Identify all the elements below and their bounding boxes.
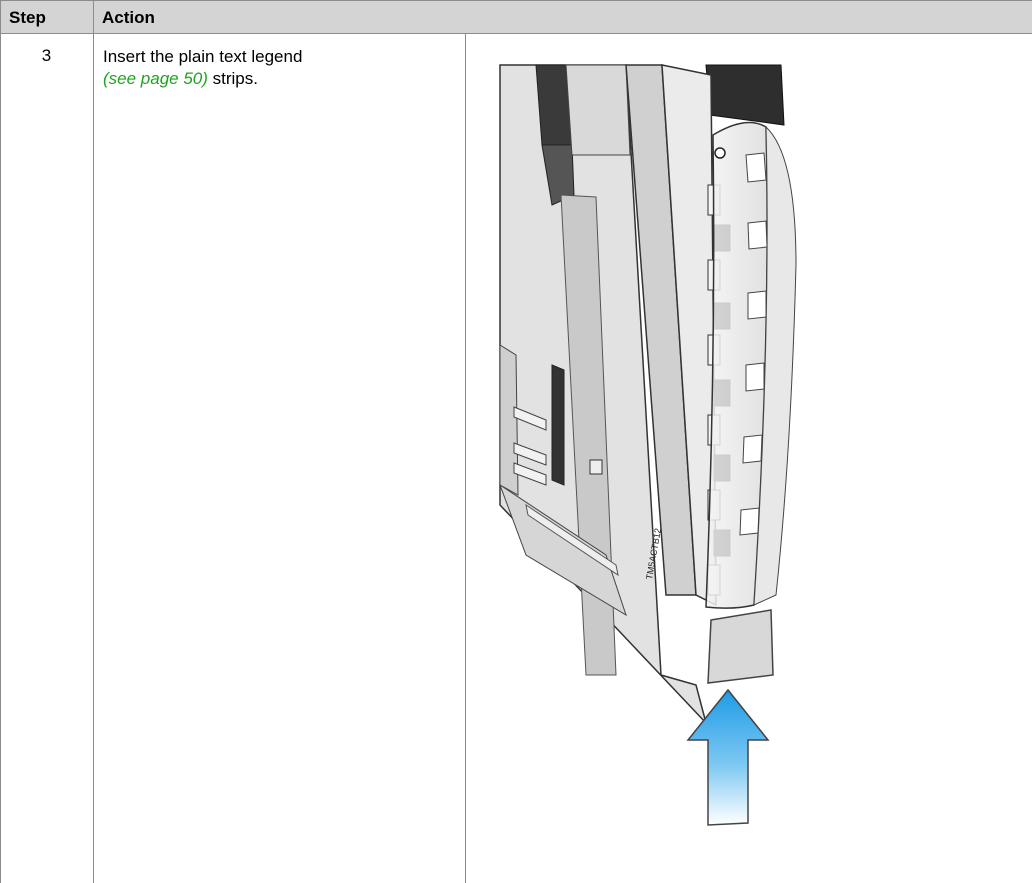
action-text-after: strips. [207, 69, 258, 88]
legend-strip [707, 609, 774, 684]
header-step: Step [0, 1, 93, 34]
table-step-divider [93, 34, 94, 883]
document-page: Step Action 3 Insert the plain text lege… [0, 0, 1032, 883]
action-text-before: Insert the plain text legend [103, 47, 303, 66]
page-reference-link[interactable]: (see page 50) [103, 69, 208, 88]
legend-strip-illustration: TM5ACTB12 [498, 64, 797, 826]
action-text: Insert the plain text legend (see page 5… [103, 46, 458, 90]
top-connector [705, 64, 785, 126]
step-number: 3 [41, 46, 52, 65]
header-action: Action [93, 1, 1032, 34]
legend-cover [705, 121, 797, 609]
table-left-border [0, 34, 1, 883]
table-header: Step Action [0, 0, 1032, 34]
